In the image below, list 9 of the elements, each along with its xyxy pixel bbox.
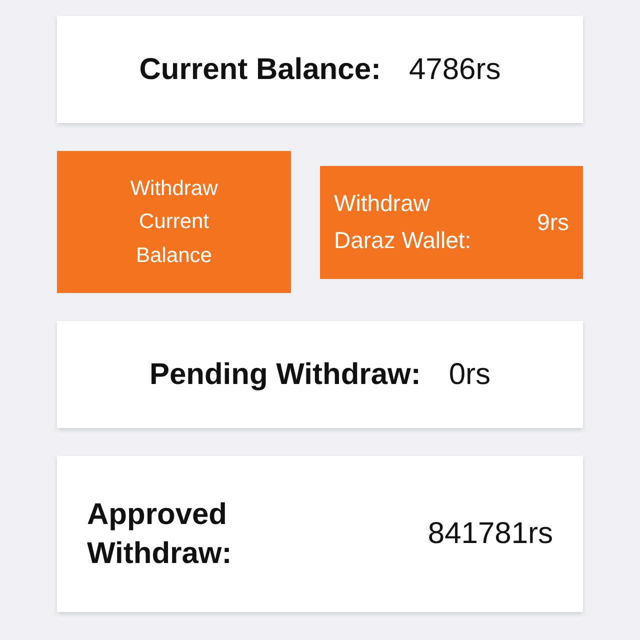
balance-value: 4786rs — [409, 52, 501, 86]
wallet-label: Withdraw Daraz Wallet: — [334, 189, 472, 255]
wallet-value: 9rs — [537, 208, 569, 237]
balance-label: Current Balance: — [139, 52, 381, 88]
pending-label: Pending Withdraw: — [149, 357, 421, 393]
approved-value: 841781rs — [428, 517, 553, 551]
approved-label: Approved Withdraw: — [87, 497, 233, 572]
pending-value: 0rs — [448, 358, 491, 392]
withdraw-balance-button[interactable]: Withdraw Current Balance — [57, 151, 291, 293]
